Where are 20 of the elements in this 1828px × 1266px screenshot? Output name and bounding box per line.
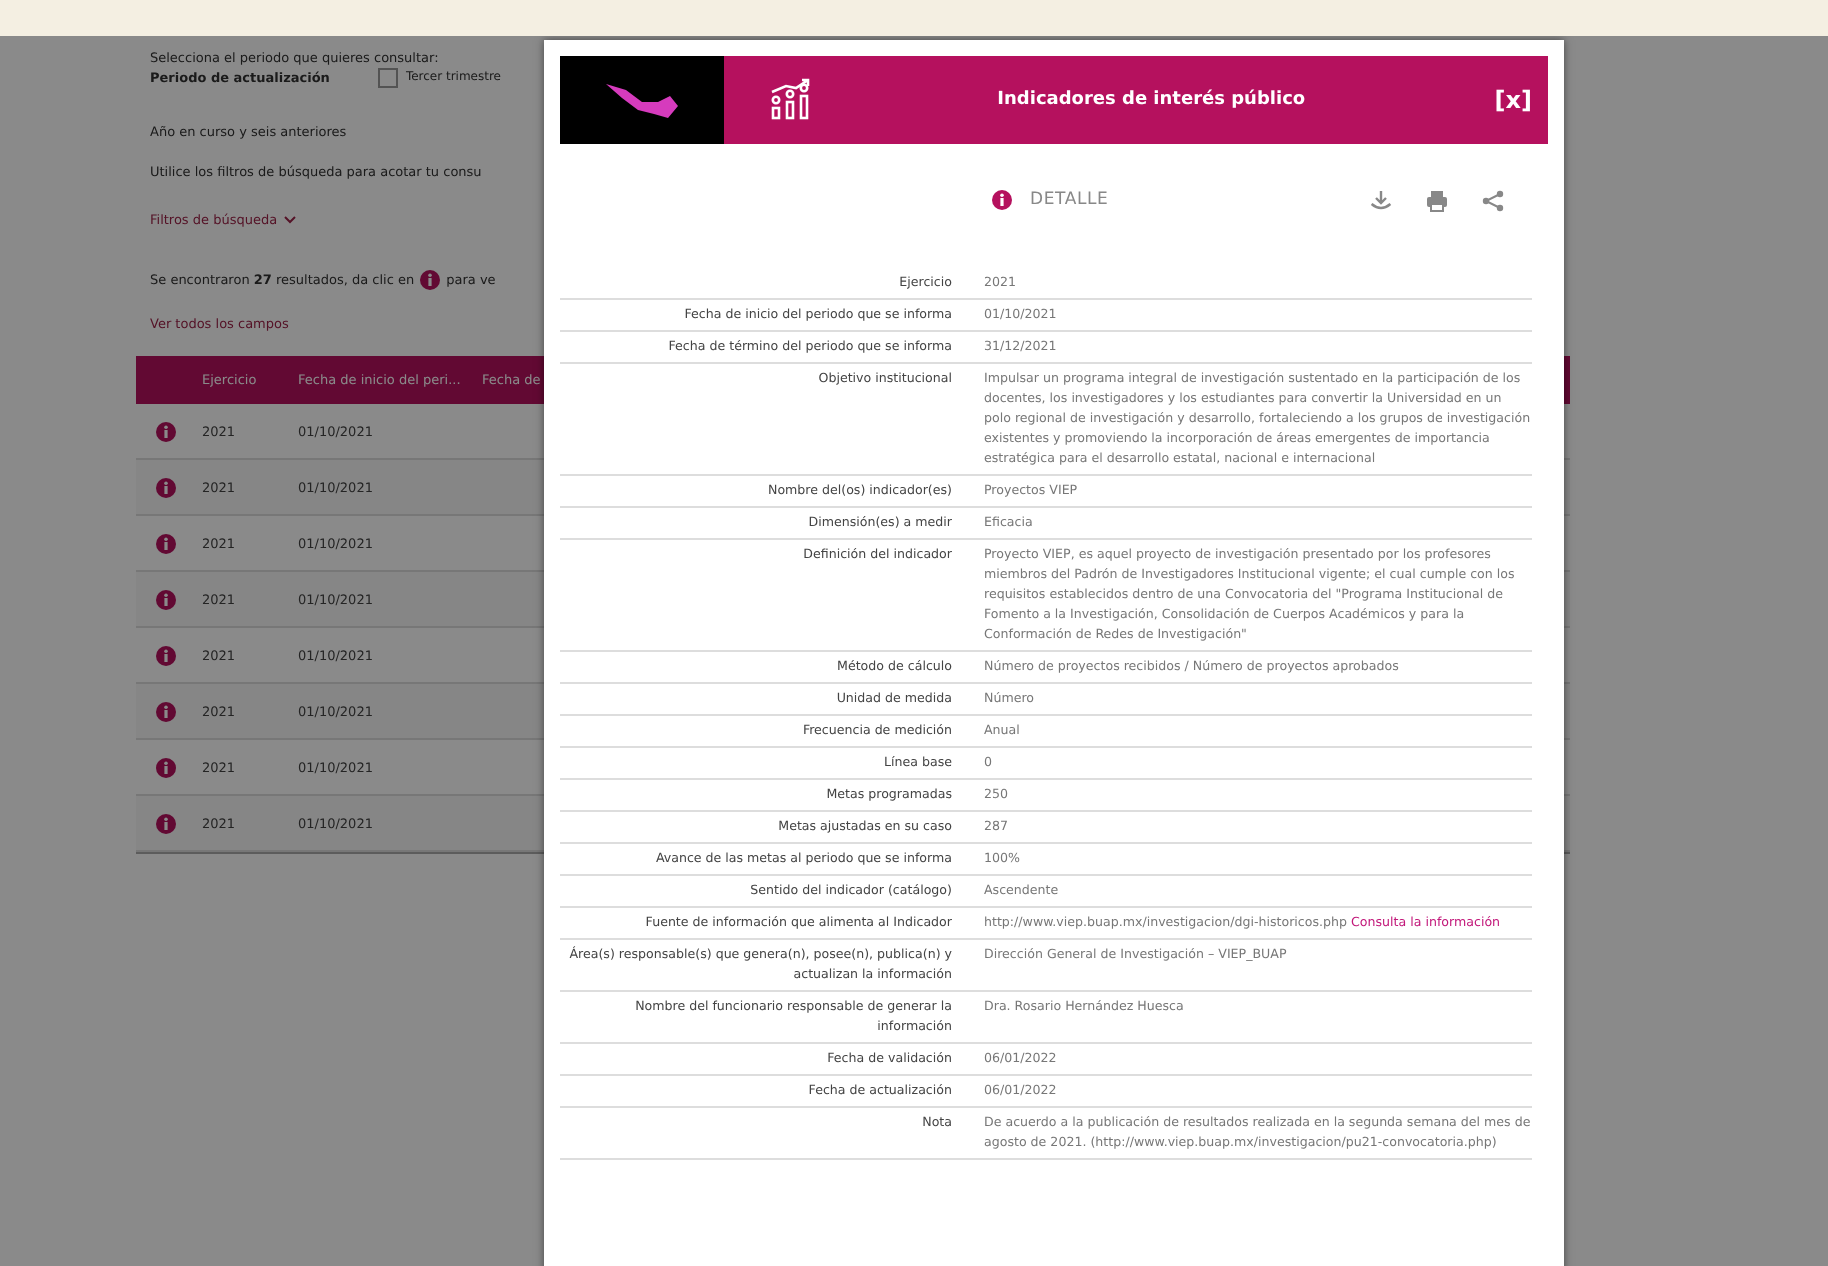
print-icon <box>1426 189 1448 211</box>
info-button[interactable] <box>156 757 176 777</box>
info-button[interactable] <box>156 645 176 665</box>
info-button[interactable] <box>156 589 176 609</box>
info-button[interactable] <box>156 813 176 833</box>
detail-label: DETALLE <box>1030 190 1109 210</box>
modal-title: Indicadores de interés público <box>995 90 1308 110</box>
close-button[interactable]: [x] <box>1490 82 1536 118</box>
info-button[interactable] <box>156 421 176 441</box>
info-button[interactable] <box>156 533 176 553</box>
info-icon <box>992 190 1012 210</box>
download-icon <box>1370 189 1392 211</box>
logo-icon <box>602 78 682 122</box>
bar-chart-icon <box>768 78 812 122</box>
checkbox[interactable] <box>377 68 398 88</box>
info-button[interactable] <box>156 701 176 721</box>
info-icon <box>420 270 441 290</box>
chevron-down-icon <box>283 216 296 224</box>
share-icon <box>1482 189 1504 211</box>
info-button[interactable] <box>156 477 176 497</box>
